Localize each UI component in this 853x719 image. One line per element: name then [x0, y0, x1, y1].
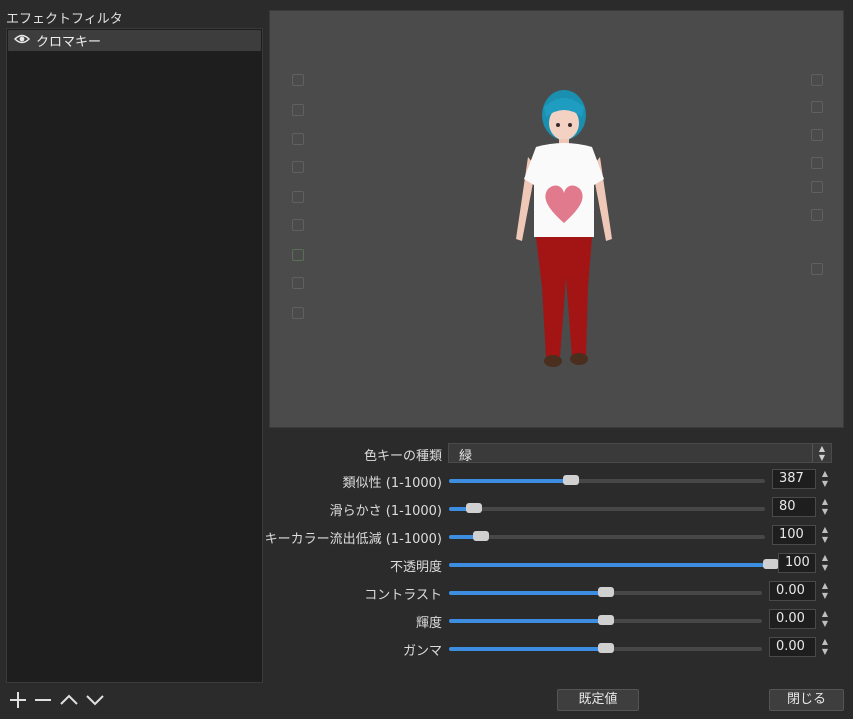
setting-brightness: 輝度 0.00 ▲ ▼	[270, 609, 845, 631]
key-color-type-select[interactable]: 緑 ▲ ▼	[448, 443, 832, 464]
spill-stepper[interactable]: ▲ ▼	[818, 525, 832, 545]
opacity-label: 不透明度	[389, 560, 442, 575]
filter-list[interactable]: クロマキー	[6, 28, 263, 683]
contrast-stepper[interactable]: ▲ ▼	[818, 581, 832, 601]
eye-icon[interactable]	[13, 33, 31, 48]
smoothness-slider[interactable]	[449, 503, 765, 513]
contrast-slider[interactable]	[449, 587, 762, 597]
similarity-spinbox[interactable]: 387	[772, 469, 816, 489]
smoothness-stepper[interactable]: ▲ ▼	[818, 497, 832, 517]
key-color-type-value: 緑	[459, 449, 473, 464]
brightness-spinbox[interactable]: 0.00	[769, 609, 816, 629]
slider-handle[interactable]	[466, 503, 483, 513]
chevron-up-icon[interactable]: ▲	[818, 553, 832, 563]
move-filter-down-button[interactable]	[85, 690, 105, 710]
plus-icon	[10, 692, 26, 708]
defaults-button[interactable]: 既定値	[557, 689, 639, 711]
panel-title: エフェクトフィルタ	[6, 12, 123, 27]
remove-filter-button[interactable]	[33, 690, 53, 710]
setting-gamma: ガンマ 0.00 ▲ ▼	[270, 637, 845, 659]
opacity-spinbox[interactable]: 100	[778, 553, 816, 573]
slider-handle[interactable]	[597, 643, 614, 653]
chevron-up-icon	[60, 694, 78, 705]
similarity-slider[interactable]	[449, 475, 765, 485]
chevron-down-icon[interactable]: ▼	[818, 563, 832, 573]
chevron-up-icon[interactable]: ▲	[818, 497, 832, 507]
filter-item-label: クロマキー	[36, 35, 102, 50]
gamma-stepper[interactable]: ▲ ▼	[818, 637, 832, 657]
chevron-up-icon[interactable]: ▲	[818, 469, 832, 479]
brightness-label: 輝度	[415, 616, 442, 631]
spill-spinbox[interactable]: 100	[772, 525, 816, 545]
gamma-slider[interactable]	[449, 643, 762, 653]
opacity-stepper[interactable]: ▲ ▼	[818, 553, 832, 573]
setting-opacity: 不透明度 100 ▲ ▼	[270, 553, 845, 575]
smoothness-spinbox[interactable]: 80	[772, 497, 816, 517]
setting-smoothness: 滑らかさ (1-1000) 80 ▲ ▼	[270, 497, 845, 519]
contrast-label: コントラスト	[364, 588, 442, 603]
key-color-type-label: 色キーの種類	[363, 449, 442, 464]
move-filter-up-button[interactable]	[59, 690, 79, 710]
spill-slider[interactable]	[449, 531, 765, 541]
chevron-down-icon[interactable]: ▼	[818, 591, 832, 601]
slider-handle[interactable]	[563, 475, 580, 485]
chevron-down-icon[interactable]: ▼	[818, 619, 832, 629]
gamma-spinbox[interactable]: 0.00	[769, 637, 816, 657]
filter-item-chroma-key[interactable]: クロマキー	[8, 30, 261, 51]
brightness-stepper[interactable]: ▲ ▼	[818, 609, 832, 629]
similarity-label: 類似性 (1-1000)	[342, 476, 442, 491]
source-preview	[269, 10, 844, 428]
gamma-label: ガンマ	[402, 644, 442, 659]
setting-contrast: コントラスト 0.00 ▲ ▼	[270, 581, 845, 603]
chevron-up-icon[interactable]: ▲	[818, 525, 832, 535]
chevron-down-icon[interactable]: ▼	[818, 535, 832, 545]
smoothness-label: 滑らかさ (1-1000)	[329, 504, 442, 519]
slider-handle[interactable]	[763, 559, 779, 569]
chevron-down-icon	[86, 695, 104, 706]
chevron-down-icon[interactable]: ▼	[818, 507, 832, 517]
brightness-slider[interactable]	[449, 615, 762, 625]
chevron-up-icon[interactable]: ▲	[818, 637, 832, 647]
spill-label: キーカラー流出低減 (1-1000)	[264, 532, 442, 547]
slider-handle[interactable]	[597, 587, 614, 597]
chevron-down-icon[interactable]: ▼	[818, 479, 832, 489]
slider-handle[interactable]	[472, 531, 489, 541]
similarity-stepper[interactable]: ▲ ▼	[818, 469, 832, 489]
setting-similarity: 類似性 (1-1000) 387 ▲ ▼	[270, 469, 845, 491]
close-button[interactable]: 閉じる	[769, 689, 844, 711]
chevron-up-icon[interactable]: ▲	[818, 581, 832, 591]
chevron-down-icon[interactable]: ▼	[818, 647, 832, 657]
chevron-up-icon[interactable]: ▲	[818, 609, 832, 619]
slider-handle[interactable]	[597, 615, 614, 625]
contrast-spinbox[interactable]: 0.00	[769, 581, 816, 601]
setting-spill-reduction: キーカラー流出低減 (1-1000) 100 ▲ ▼	[265, 525, 845, 547]
opacity-slider[interactable]	[449, 559, 779, 569]
select-arrows-icon: ▲ ▼	[812, 444, 831, 462]
add-filter-button[interactable]	[8, 690, 28, 710]
minus-icon	[35, 699, 51, 701]
avatar-character	[516, 90, 612, 367]
